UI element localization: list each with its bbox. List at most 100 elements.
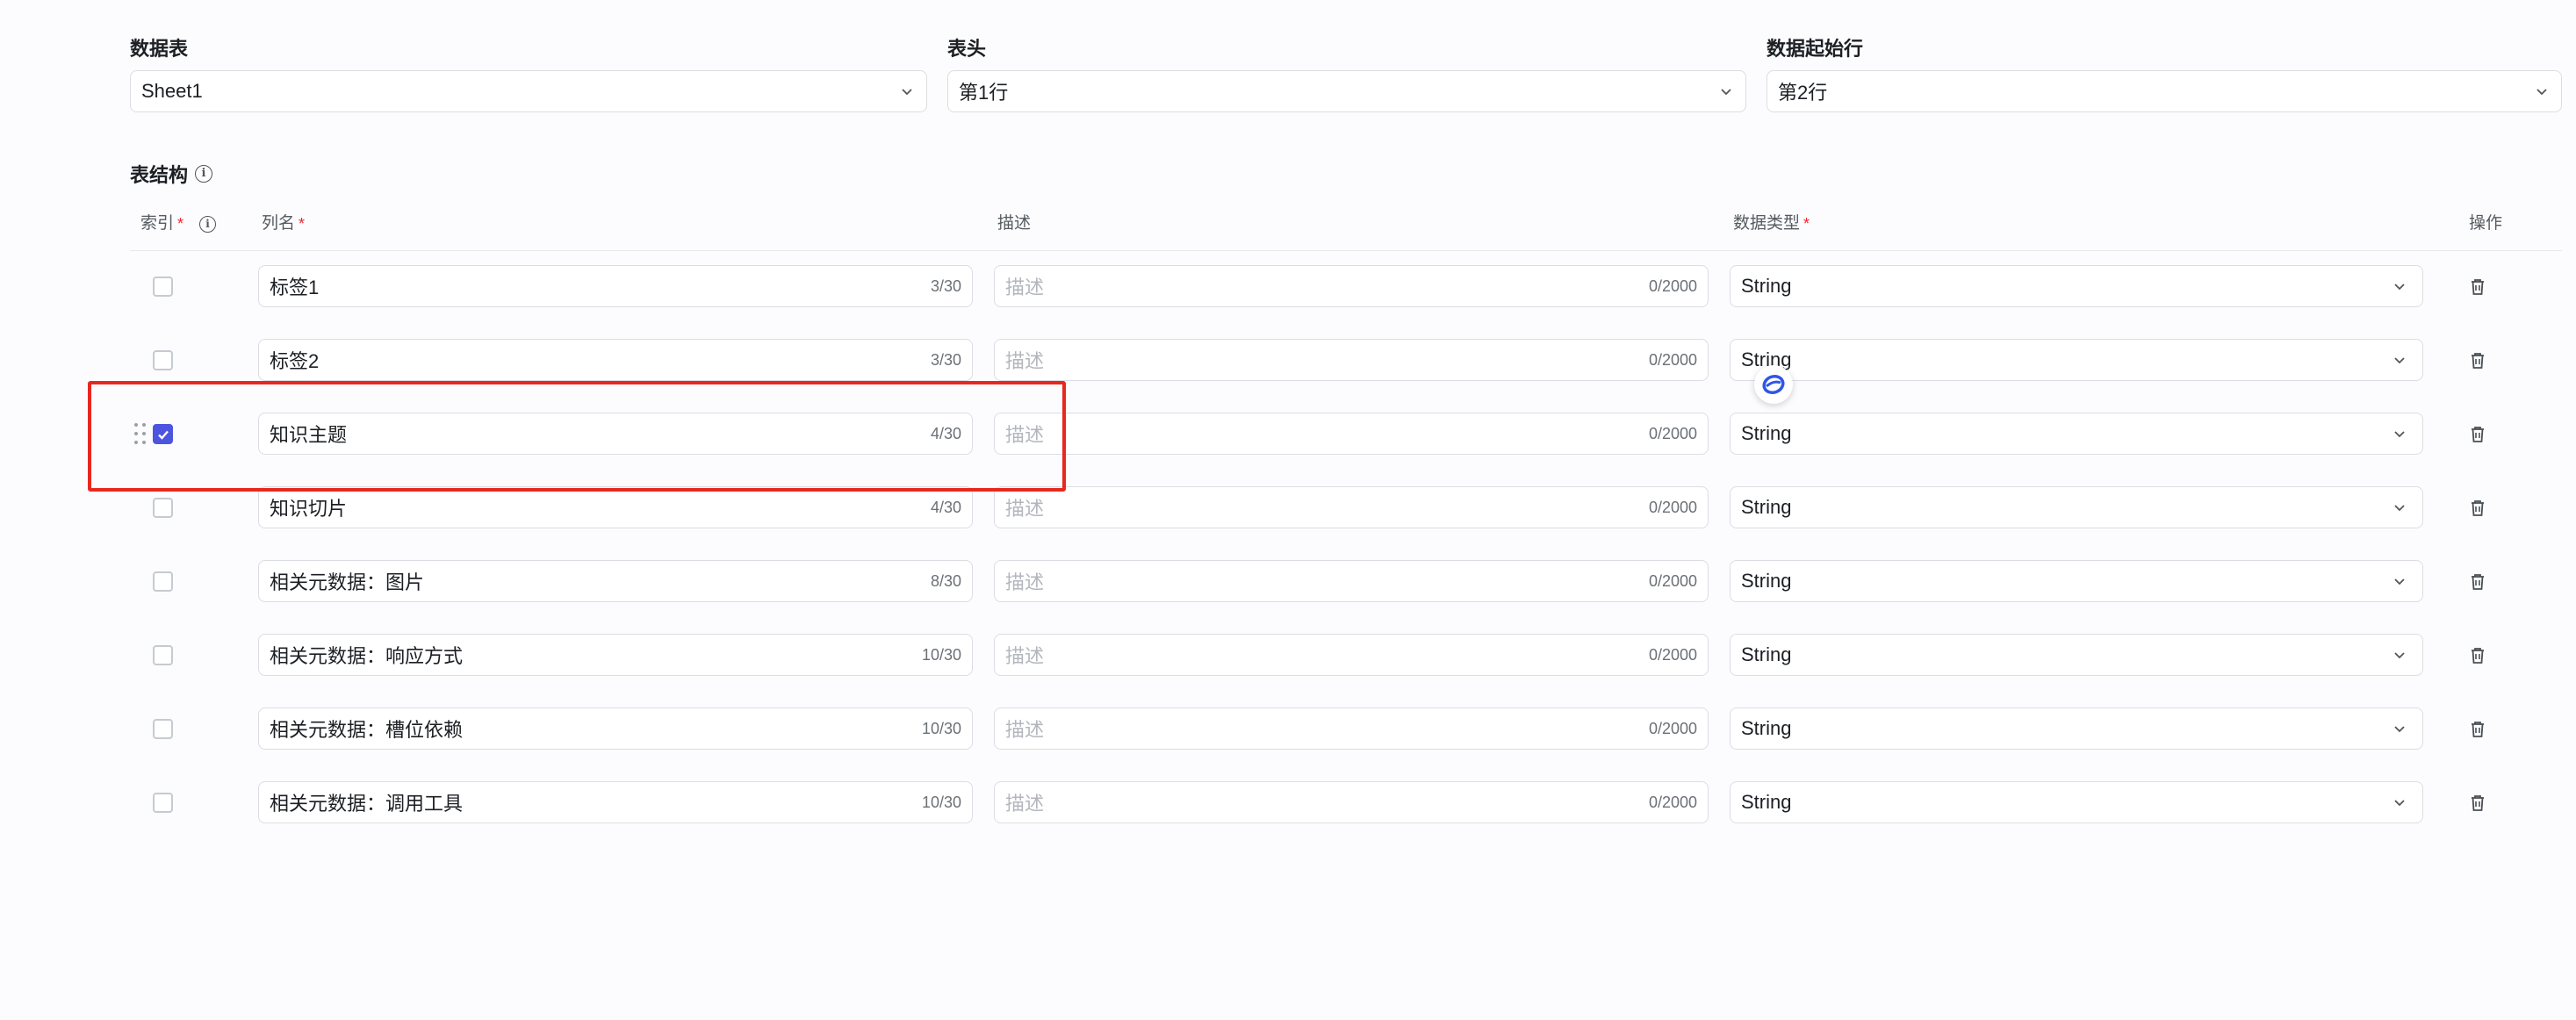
start-row-label: 数据起始行	[1767, 38, 1864, 60]
assistant-icon	[1762, 374, 1785, 395]
start-row-select-value: 第2行	[1778, 82, 1828, 104]
column-header-desc: 描述	[997, 211, 1031, 237]
description-placeholder: 描述	[1005, 498, 1045, 520]
header-select[interactable]: 第1行	[947, 70, 1746, 112]
data-type-select[interactable]: String	[1730, 265, 2423, 307]
column-header-action-label: 操作	[2469, 214, 2503, 233]
index-checkbox[interactable]	[153, 719, 173, 739]
table-row: 相关元数据：调用工具 10/30 描述 0/2000 String	[130, 767, 2562, 841]
column-header-type: 数据类型 *	[1733, 211, 1810, 237]
start-row-select[interactable]: 第2行	[1767, 70, 2562, 112]
description-counter: 0/2000	[1648, 793, 1697, 811]
table-row: 相关元数据：槽位依赖 10/30 描述 0/2000 String	[130, 693, 2562, 767]
description-input[interactable]: 描述 0/2000	[994, 413, 1709, 455]
description-placeholder: 描述	[1005, 645, 1045, 667]
description-input[interactable]: 描述 0/2000	[994, 486, 1709, 528]
description-input[interactable]: 描述 0/2000	[994, 781, 1709, 823]
chevron-down-icon	[2394, 284, 2405, 291]
trash-icon[interactable]	[2467, 719, 2488, 740]
description-counter: 0/2000	[1648, 719, 1697, 737]
data-type-select[interactable]: String	[1730, 413, 2423, 455]
chevron-down-icon	[2394, 505, 2405, 512]
data-type-select[interactable]: String	[1730, 339, 2423, 381]
column-name-counter: 10/30	[921, 793, 961, 811]
column-header-index: 索引 * i	[140, 211, 217, 237]
column-name-input[interactable]: 相关元数据：槽位依赖 10/30	[258, 708, 973, 750]
column-name-input[interactable]: 相关元数据：响应方式 10/30	[258, 634, 973, 676]
description-placeholder: 描述	[1005, 424, 1045, 446]
table-row: 知识主题 4/30 描述 0/2000 String	[130, 399, 2562, 472]
description-counter: 0/2000	[1648, 424, 1697, 442]
description-placeholder: 描述	[1005, 793, 1045, 815]
index-checkbox[interactable]	[153, 498, 173, 518]
column-name-counter: 4/30	[930, 424, 961, 442]
data-type-value: String	[1741, 717, 1792, 739]
data-type-select[interactable]: String	[1730, 560, 2423, 602]
table-row: 标签2 3/30 描述 0/2000 String	[130, 325, 2562, 399]
column-name-value: 相关元数据：槽位依赖	[270, 719, 464, 741]
data-type-select[interactable]: String	[1730, 486, 2423, 528]
table-row: 标签1 3/30 描述 0/2000 String	[130, 251, 2562, 325]
trash-icon[interactable]	[2467, 645, 2488, 666]
description-placeholder: 描述	[1005, 350, 1045, 372]
column-name-value: 相关元数据：调用工具	[270, 793, 464, 815]
chevron-down-icon	[2394, 578, 2405, 585]
index-checkbox[interactable]	[153, 793, 173, 813]
info-icon[interactable]: i	[195, 165, 213, 183]
required-mark: *	[1803, 215, 1810, 233]
description-input[interactable]: 描述 0/2000	[994, 265, 1709, 307]
assistant-button[interactable]	[1754, 365, 1793, 404]
description-input[interactable]: 描述 0/2000	[994, 634, 1709, 676]
column-name-value: 相关元数据：响应方式	[270, 645, 464, 667]
trash-icon[interactable]	[2467, 424, 2488, 445]
description-input[interactable]: 描述 0/2000	[994, 560, 1709, 602]
trash-icon[interactable]	[2467, 350, 2488, 371]
index-checkbox[interactable]	[153, 277, 173, 297]
description-input[interactable]: 描述 0/2000	[994, 708, 1709, 750]
chevron-down-icon	[2394, 800, 2405, 807]
description-placeholder: 描述	[1005, 277, 1045, 298]
data-type-value: String	[1741, 275, 1792, 297]
data-type-select[interactable]: String	[1730, 634, 2423, 676]
column-name-counter: 3/30	[930, 277, 961, 295]
start-row-config: 数据起始行 第2行	[1767, 35, 2562, 112]
sheet-select[interactable]: Sheet1	[130, 70, 927, 112]
sheet-select-value: Sheet1	[141, 80, 203, 102]
chevron-down-icon	[2394, 726, 2405, 733]
column-header-index-label: 索引	[140, 214, 175, 233]
trash-icon[interactable]	[2467, 571, 2488, 593]
index-checkbox[interactable]	[153, 645, 173, 665]
description-input[interactable]: 描述 0/2000	[994, 339, 1709, 381]
column-header-name-label: 列名	[262, 214, 296, 233]
data-type-value: String	[1741, 570, 1792, 592]
trash-icon[interactable]	[2467, 793, 2488, 814]
chevron-down-icon	[902, 89, 912, 96]
column-name-value: 知识切片	[270, 498, 348, 520]
trash-icon[interactable]	[2467, 277, 2488, 298]
column-name-input[interactable]: 相关元数据：调用工具 10/30	[258, 781, 973, 823]
column-name-counter: 4/30	[930, 498, 961, 516]
drag-handle-icon[interactable]	[134, 423, 147, 446]
trash-icon[interactable]	[2467, 498, 2488, 519]
column-name-input[interactable]: 标签1 3/30	[258, 265, 973, 307]
description-counter: 0/2000	[1648, 277, 1697, 295]
description-counter: 0/2000	[1648, 498, 1697, 516]
index-checkbox[interactable]	[153, 424, 173, 444]
header-select-value: 第1行	[959, 82, 1009, 104]
column-name-input[interactable]: 相关元数据：图片 8/30	[258, 560, 973, 602]
description-placeholder: 描述	[1005, 571, 1045, 593]
data-type-value: String	[1741, 496, 1792, 518]
column-header-action: 操作	[2469, 211, 2502, 237]
data-type-select[interactable]: String	[1730, 781, 2423, 823]
chevron-down-icon	[2536, 89, 2547, 96]
column-name-input[interactable]: 知识主题 4/30	[258, 413, 973, 455]
info-icon[interactable]: i	[199, 215, 217, 233]
index-checkbox[interactable]	[153, 350, 173, 370]
section-title: 表结构 i	[130, 160, 213, 188]
column-header-name: 列名 *	[262, 211, 305, 237]
column-name-input[interactable]: 知识切片 4/30	[258, 486, 973, 528]
table-structure-page: 数据表 Sheet1 表头 第1行 数据起始行 第2行 表结构 i 索引 * i …	[0, 0, 2576, 1020]
column-name-input[interactable]: 标签2 3/30	[258, 339, 973, 381]
index-checkbox[interactable]	[153, 571, 173, 592]
data-type-select[interactable]: String	[1730, 708, 2423, 750]
